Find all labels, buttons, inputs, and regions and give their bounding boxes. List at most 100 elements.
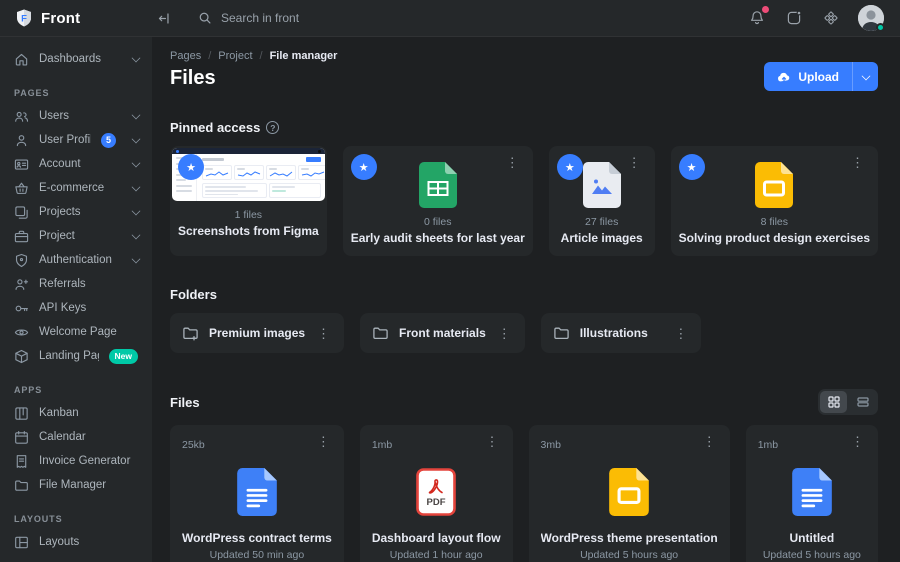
folder-card[interactable]: Front materials ⋮ <box>360 313 525 353</box>
pinned-file-count: 8 files <box>760 216 789 228</box>
pinned-file-count: 1 files <box>234 209 263 221</box>
sidebar-item-invoice-generator[interactable]: Invoice Generator <box>0 449 152 473</box>
pinned-cards-grid: ★ 1 files Screenshots from Figma ★ ⋮ 0 f… <box>170 146 878 256</box>
notifications-bell-icon[interactable] <box>747 6 769 28</box>
help-icon[interactable]: ? <box>266 121 280 134</box>
file-size: 1mb <box>371 439 393 451</box>
file-menu-icon[interactable]: ⋮ <box>701 433 718 450</box>
sidebar-item-api-keys[interactable]: API Keys <box>0 296 152 320</box>
pinned-card-title: Screenshots from Figma <box>178 224 319 238</box>
upload-dropdown-toggle[interactable] <box>852 62 878 91</box>
sidebar-collapse-icon[interactable] <box>152 6 176 30</box>
file-menu-icon[interactable]: ⋮ <box>315 433 332 450</box>
sidebar-item-layouts[interactable]: Layouts <box>0 530 152 554</box>
search-input[interactable] <box>221 11 441 25</box>
card-menu-icon[interactable]: ⋮ <box>504 154 521 171</box>
basket-icon <box>15 182 28 194</box>
files-heading-row: Files <box>170 389 878 415</box>
sidebar-item-calendar[interactable]: Calendar <box>0 425 152 449</box>
sidebar-item-project[interactable]: Project <box>0 224 152 248</box>
file-card[interactable]: 1mb ⋮ Untitled Updated 5 hours ago <box>745 425 878 562</box>
sidebar-item-user-profile[interactable]: User Profile 5 <box>0 128 152 152</box>
folder-card[interactable]: Illustrations ⋮ <box>540 313 702 353</box>
sidebar-item-label: Projects <box>39 206 81 218</box>
receipt-icon <box>16 454 27 468</box>
folder-name: Illustrations <box>579 326 648 340</box>
pinned-card[interactable]: ★ ⋮ 8 files Solving product design exerc… <box>670 146 878 256</box>
chevron-down-icon <box>131 53 141 62</box>
pin-star-icon[interactable]: ★ <box>350 154 377 180</box>
google-slides-icon <box>755 162 794 208</box>
breadcrumb-separator: / <box>259 50 263 62</box>
pinned-card[interactable]: ★ 1 files Screenshots from Figma <box>170 146 327 256</box>
sidebar-item-ecommerce[interactable]: E-commerce <box>0 176 152 200</box>
chevron-down-icon <box>131 110 141 119</box>
breadcrumb-pages[interactable]: Pages <box>170 50 201 62</box>
pin-star-icon[interactable]: ★ <box>556 154 583 180</box>
chevron-down-icon <box>131 158 141 167</box>
pin-star-icon[interactable]: ★ <box>678 154 705 180</box>
sidebar-item-label: Account <box>39 158 81 170</box>
sidebar-item-welcome-page[interactable]: Welcome Page <box>0 320 152 344</box>
upload-button[interactable]: Upload <box>764 62 852 91</box>
copy-icon <box>15 205 28 219</box>
file-card[interactable]: 1mb ⋮ PDF Dashboard layout flow Updated … <box>359 425 513 562</box>
list-view-icon[interactable] <box>849 391 876 413</box>
pin-star-icon[interactable]: ★ <box>178 154 204 180</box>
folder-icon <box>15 479 28 491</box>
sidebar-item-projects[interactable]: Projects <box>0 200 152 224</box>
folder-menu-icon[interactable]: ⋮ <box>672 325 689 342</box>
file-updated: Updated 1 hour ago <box>389 549 483 561</box>
eye-icon <box>14 329 29 335</box>
file-updated: Updated 5 hours ago <box>580 549 679 561</box>
files-heading: Files <box>170 394 200 410</box>
google-sheets-icon <box>418 162 457 208</box>
file-menu-icon[interactable]: ⋮ <box>849 433 866 450</box>
folder-card[interactable]: Premium images ⋮ <box>170 313 345 353</box>
folder-menu-icon[interactable]: ⋮ <box>496 325 513 342</box>
card-menu-icon[interactable]: ⋮ <box>626 154 643 171</box>
sidebar-item-users[interactable]: Users <box>0 104 152 128</box>
notification-dot <box>762 6 769 13</box>
sidebar-item-kanban[interactable]: Kanban <box>0 401 152 425</box>
files-grid: 25kb ⋮ WordPress contract terms Updated … <box>170 425 878 562</box>
sidebar-item-dashboards[interactable]: Dashboards <box>0 47 152 71</box>
sidebar-item-referrals[interactable]: Referrals <box>0 272 152 296</box>
user-avatar[interactable] <box>858 5 885 32</box>
image-file-icon <box>582 162 621 208</box>
card-menu-icon[interactable]: ⋮ <box>849 154 866 171</box>
breadcrumb-project[interactable]: Project <box>218 50 252 62</box>
sidebar-item-label: Users <box>39 110 70 122</box>
file-card[interactable]: 3mb ⋮ WordPress theme presentation Updat… <box>528 425 730 562</box>
pinned-card[interactable]: ★ ⋮ 0 files Early audit sheets for last … <box>342 146 533 256</box>
file-card[interactable]: 25kb ⋮ WordPress contract terms Updated … <box>170 425 344 562</box>
chevron-down-icon <box>861 71 870 80</box>
sidebar-item-authentication[interactable]: Authentication <box>0 248 152 272</box>
upload-split-button: Upload <box>764 62 878 91</box>
key-icon <box>15 305 28 311</box>
file-manager-app: F Front Search in front Dashboards PAGES… <box>0 0 900 562</box>
google-docs-icon <box>237 468 277 516</box>
file-title: WordPress contract terms <box>182 531 332 545</box>
sidebar-item-account[interactable]: Account <box>0 152 152 176</box>
file-size: 1mb <box>757 439 779 451</box>
pinned-access-heading: Pinned access <box>170 120 261 135</box>
apps-grid-icon[interactable] <box>821 8 841 28</box>
sidebar-item-label: Dashboards <box>39 53 102 65</box>
grid-view-icon[interactable] <box>820 391 847 413</box>
folder-menu-icon[interactable]: ⋮ <box>315 325 332 342</box>
activity-stream-icon[interactable] <box>784 8 804 28</box>
folders-heading-row: Folders <box>170 287 878 302</box>
sidebar-item-file-manager[interactable]: File Manager <box>0 473 152 497</box>
person-plus-icon <box>15 278 29 290</box>
global-search <box>198 11 747 25</box>
breadcrumb-separator: / <box>208 50 212 62</box>
sidebar-item-label: Authentication <box>39 254 112 266</box>
topbar: F Front <box>0 0 900 37</box>
pinned-card[interactable]: ★ ⋮ 27 files Article images <box>548 146 655 256</box>
sidebar-item-landing-page[interactable]: Landing Page New <box>0 344 152 368</box>
brand[interactable]: F Front <box>0 8 152 28</box>
users-icon <box>15 111 29 122</box>
house-icon <box>15 53 28 65</box>
file-menu-icon[interactable]: ⋮ <box>484 433 501 450</box>
